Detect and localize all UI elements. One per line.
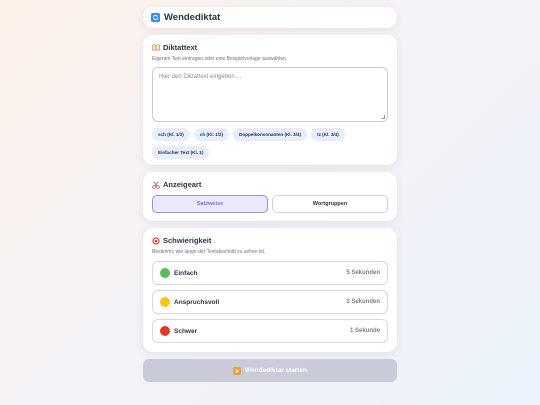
- preset-chip-ch[interactable]: ch (Kl. 1/2): [193, 128, 230, 141]
- preset-chips: sch (Kl. 1/2) ch (Kl. 1/2) Doppelkonsona…: [152, 128, 392, 164]
- difficulty-option-schwer[interactable]: Schwer 1 Sekunde: [152, 319, 388, 343]
- difficulty-duration: 5 Sekunden: [346, 270, 380, 276]
- start-dictation-button[interactable]: Wendediktat starten: [143, 359, 397, 382]
- difficulty-label: Einfach: [174, 269, 198, 277]
- difficulty-duration: 3 Sekunden: [346, 299, 380, 305]
- scissors-icon: [152, 180, 160, 189]
- red-circle-icon: [160, 326, 170, 336]
- refresh-icon: [151, 13, 160, 22]
- book-icon: [152, 44, 160, 51]
- start-button-label: Wendediktat starten: [244, 367, 307, 374]
- mode-option-satzweise[interactable]: Satzweise: [152, 195, 268, 213]
- text-section-heading: Diktattext: [152, 43, 388, 52]
- difficulty-section-subtitle: Bestimmt, wie lange der Textabschnitt zu…: [152, 249, 266, 255]
- difficulty-duration: 1 Sekunde: [349, 328, 380, 334]
- preset-chip-einfacher-text[interactable]: Einfacher Text (Kl. 1): [152, 146, 210, 159]
- difficulty-section: Schwierigkeit Bestimmt, wie lange der Te…: [143, 228, 397, 352]
- text-section-title: Diktattext: [163, 43, 198, 52]
- difficulty-label: Schwer: [174, 327, 198, 335]
- difficulty-section-title: Schwierigkeit: [163, 236, 212, 245]
- preset-chip-tz[interactable]: tz (Kl. 3/4): [311, 128, 345, 141]
- textarea-placeholder: Hier den Diktattext eingeben ...: [159, 74, 242, 80]
- mode-option-wortgruppen[interactable]: Wortgruppen: [272, 195, 388, 213]
- difficulty-option-einfach[interactable]: Einfach 5 Sekunden: [152, 261, 388, 285]
- mode-section-heading: Anzeigeart: [152, 180, 388, 189]
- resize-handle-icon[interactable]: [381, 115, 385, 119]
- mode-toggle-group: Satzweise Wortgruppen: [152, 195, 388, 213]
- preset-chip-doppelkonsonanten[interactable]: Doppelkonsonanten (Kl. 3/4): [233, 128, 308, 141]
- preset-chip-sch[interactable]: sch (Kl. 1/2): [152, 128, 190, 141]
- green-circle-icon: [160, 268, 170, 278]
- text-section: Diktattext Eigenen Text eintragen oder e…: [143, 35, 397, 165]
- target-icon: [152, 236, 160, 245]
- mode-section-title: Anzeigeart: [163, 180, 202, 189]
- difficulty-label: Anspruchsvoll: [174, 298, 220, 306]
- difficulty-section-heading: Schwierigkeit: [152, 236, 388, 245]
- text-section-subtitle: Eigenen Text eintragen oder eine Beispie…: [152, 56, 288, 62]
- dictation-textarea[interactable]: Hier den Diktattext eingeben ...: [152, 67, 388, 122]
- app-title: Wendediktat: [164, 12, 221, 23]
- mode-section: Anzeigeart Satzweise Wortgruppen: [143, 172, 397, 221]
- header-card: Wendediktat: [143, 7, 397, 28]
- play-icon: [232, 366, 241, 375]
- yellow-circle-icon: [160, 297, 170, 307]
- difficulty-option-anspruchsvoll[interactable]: Anspruchsvoll 3 Sekunden: [152, 290, 388, 314]
